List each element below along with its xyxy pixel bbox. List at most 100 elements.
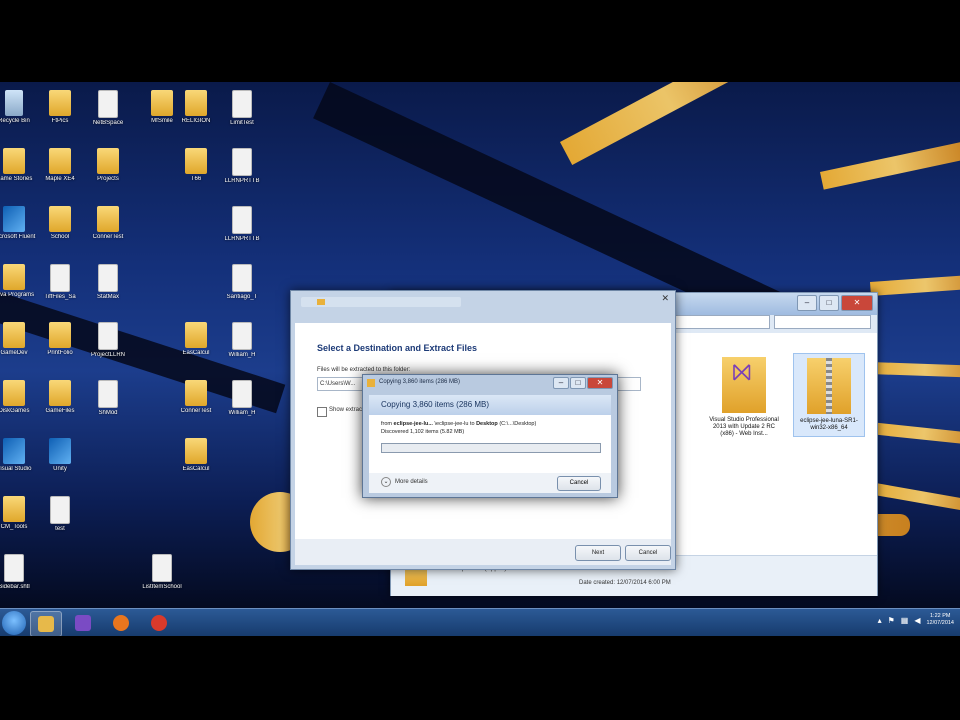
folder-icon <box>3 496 25 522</box>
desktop-icon-label: LLRNPRTTB <box>224 178 260 184</box>
desktop-icon-label: ShMod <box>98 410 118 416</box>
more-details-label: More details <box>395 479 428 485</box>
copy-header: Copying 3,860 items (286 MB) <box>369 395 611 415</box>
close-button[interactable]: ✕ <box>841 295 873 311</box>
network-icon[interactable]: ▦ <box>901 616 909 625</box>
letterbox-bottom <box>0 636 960 720</box>
file-icon <box>50 496 70 524</box>
copy-cancel-button[interactable]: Cancel <box>557 476 601 491</box>
search-input[interactable] <box>774 315 871 329</box>
taskbar-app-recorder[interactable] <box>144 611 174 635</box>
taskbar-app-explorer[interactable] <box>30 611 62 637</box>
source-name[interactable]: eclipse-jee-lu... <box>394 421 433 427</box>
desktop-icon-label: Sidebar.shtl <box>0 584 30 590</box>
status-date: Date created: 12/07/2014 6:00 PM <box>579 580 671 586</box>
destination-name[interactable]: Desktop <box>476 421 498 427</box>
folder-icon <box>3 148 25 174</box>
folder-icon <box>3 380 25 406</box>
file-icon <box>98 90 118 118</box>
desktop-icon[interactable]: William_H <box>214 376 270 434</box>
desktop-icon[interactable]: William_H <box>214 318 270 376</box>
copy-titlebar[interactable]: Copying 3,860 items (286 MB) – □ ✕ <box>363 375 617 391</box>
desktop-icon[interactable]: Projects <box>80 144 136 202</box>
visual-studio-icon <box>75 615 91 631</box>
maximize-button[interactable]: □ <box>570 377 586 389</box>
close-icon[interactable]: ✕ <box>661 293 669 304</box>
desktop-icon-label: ProjectLLRN <box>90 352 125 358</box>
minimize-button[interactable]: – <box>797 295 817 311</box>
desktop-icon[interactable]: test <box>32 492 88 550</box>
desktop-icon[interactable]: EasCalcul <box>168 434 224 492</box>
flag-icon[interactable]: ⚑ <box>888 616 895 625</box>
file-icon <box>98 380 118 408</box>
address-bar[interactable] <box>673 315 770 329</box>
desktop-icon[interactable]: ListItemSchool <box>134 550 190 608</box>
file-icon <box>232 264 252 292</box>
desktop-icon-label: ConnerTest <box>92 234 124 240</box>
show-files-checkbox[interactable] <box>317 407 327 417</box>
cancel-button[interactable]: Cancel <box>625 545 671 561</box>
desktop[interactable]: Recycle BinGame StoriesMicrosoft FluentJ… <box>0 82 960 608</box>
maximize-button[interactable]: □ <box>819 295 839 311</box>
copy-progress-dialog[interactable]: Copying 3,860 items (286 MB) – □ ✕ Copyi… <box>362 374 618 498</box>
from-prefix: from <box>381 421 392 427</box>
desktop-icon-label: StatMax <box>96 294 119 300</box>
wizard-titlebar[interactable]: ✕ <box>291 291 675 313</box>
explorer-address-area <box>673 315 871 329</box>
minimize-button[interactable]: – <box>553 377 569 389</box>
more-details-toggle[interactable]: ⌄ More details <box>381 477 428 487</box>
file-item[interactable]: Visual Studio Professional 2013 with Upd… <box>709 357 779 438</box>
file-icon <box>98 264 118 292</box>
desktop-icon[interactable]: Santiago_T <box>214 260 270 318</box>
desktop-icon[interactable]: LimitTest <box>214 86 270 144</box>
folder-icon <box>49 148 71 174</box>
desktop-icon[interactable]: Sidebar.shtl <box>0 550 42 608</box>
file-name: Visual Studio Professional 2013 with Upd… <box>709 417 779 437</box>
clock-time: 1:22 PM <box>929 613 951 619</box>
folder-icon <box>97 206 119 232</box>
copy-title: Copying 3,860 items (286 MB) <box>379 379 461 385</box>
folder-icon <box>185 322 207 348</box>
desktop-icon[interactable]: ConnerTest <box>80 202 136 260</box>
folder-icon <box>185 148 207 174</box>
system-tray: ▴ ⚑ ▦ ◀ 1:22 PM 12/07/2014 <box>878 613 954 627</box>
source-path: \eclipse-jee-lu to <box>434 421 475 427</box>
file-icon <box>152 554 172 582</box>
discovered-count: Discovered 1,102 items (5.82 MB) <box>381 429 465 435</box>
file-icon <box>4 554 24 582</box>
close-button[interactable]: ✕ <box>587 377 613 389</box>
desktop-icon-label: EasCalcul <box>182 466 210 472</box>
file-name: eclipse-jee-luna-SR1-win32-x86_64 <box>800 418 858 431</box>
desktop-icon[interactable]: StatMax <box>80 260 136 318</box>
desktop-icon-label: William_H <box>228 410 256 416</box>
desktop-icon[interactable]: LLRNPRTTB <box>214 144 270 202</box>
next-button[interactable]: Next <box>575 545 621 561</box>
wallpaper-beam <box>869 362 960 378</box>
desktop-icon[interactable]: Unity <box>32 434 88 492</box>
desktop-icon[interactable]: NetBSpace <box>80 86 136 144</box>
file-icon <box>232 380 252 408</box>
desktop-icon[interactable]: LLRNPRTTB <box>214 202 270 260</box>
wizard-breadcrumb <box>301 297 461 307</box>
desktop-icon-label: LLRNPRTTB <box>224 236 260 242</box>
copy-footer: ⌄ More details Cancel <box>369 473 611 493</box>
start-button[interactable] <box>2 611 26 635</box>
desktop-icon[interactable]: ProjectLLRN <box>80 318 136 376</box>
zip-folder-icon <box>807 358 851 414</box>
desktop-icon-label: Projects <box>97 176 119 182</box>
vs-folder-icon <box>722 357 766 413</box>
copy-details: from eclipse-jee-lu... \eclipse-jee-lu t… <box>369 415 611 473</box>
file-item-selected[interactable]: eclipse-jee-luna-SR1-win32-x86_64 <box>793 353 865 437</box>
volume-icon[interactable]: ◀ <box>914 616 920 625</box>
bin-icon <box>5 90 23 116</box>
desktop-icon-label: test <box>55 526 65 532</box>
wallpaper-beam <box>820 140 960 190</box>
taskbar-app-visual-studio[interactable] <box>68 611 98 635</box>
clock[interactable]: 1:22 PM 12/07/2014 <box>926 613 954 627</box>
folder-icon <box>3 264 25 290</box>
desktop-icon[interactable]: ShMod <box>80 376 136 434</box>
app-icon <box>3 206 25 232</box>
taskbar-app-firefox[interactable] <box>106 611 136 635</box>
up-arrow-icon[interactable]: ▴ <box>878 616 882 625</box>
folder-icon <box>49 90 71 116</box>
